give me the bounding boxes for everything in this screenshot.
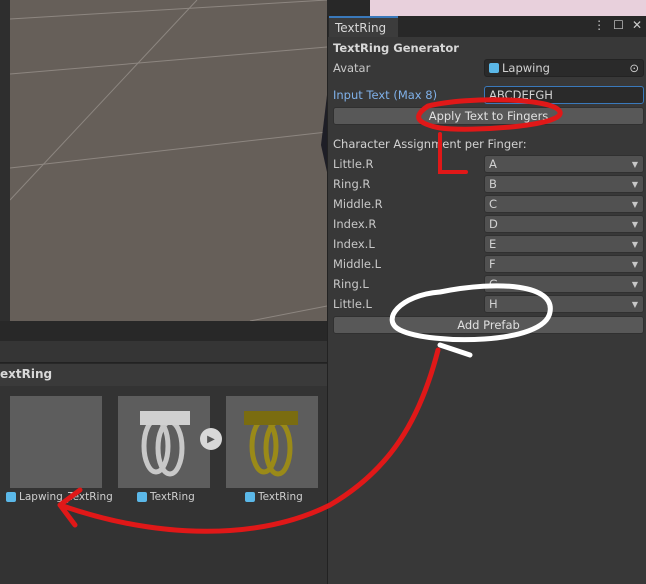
avatar-label: Avatar xyxy=(333,61,371,75)
finger-row: Little.R A xyxy=(333,155,644,173)
asset-label[interactable]: TextRing xyxy=(137,491,195,503)
prefab-icon xyxy=(6,492,16,502)
avatar-object-field[interactable]: Lapwing ⊙ xyxy=(484,59,644,77)
finger-label: Middle.L xyxy=(333,257,382,271)
input-text-label: Input Text (Max 8) xyxy=(333,88,438,102)
scene-border xyxy=(0,0,10,322)
finger-row: Middle.R C xyxy=(333,195,644,213)
scene-grid xyxy=(10,0,327,321)
finger-row: Ring.R B xyxy=(333,175,644,193)
finger-char-dropdown[interactable]: F xyxy=(484,255,644,273)
prefab-variant-icon xyxy=(245,492,255,502)
maximize-icon[interactable]: ☐ xyxy=(613,18,624,32)
asset-thumbnail-textring-gold[interactable] xyxy=(226,396,318,488)
asset-label[interactable]: TextRing xyxy=(245,491,303,503)
finger-char-dropdown[interactable]: G xyxy=(484,275,644,293)
folder-title: extRing xyxy=(0,364,327,386)
project-panel: extRing Lapwing_TextRing TextRing TextRi… xyxy=(0,321,327,584)
background-window xyxy=(370,0,646,16)
tab-textring[interactable]: TextRing xyxy=(329,16,398,37)
finger-char-dropdown[interactable]: B xyxy=(484,175,644,193)
finger-label: Ring.L xyxy=(333,277,369,291)
asset-name: Lapwing_TextRing xyxy=(19,491,113,503)
prefab-icon xyxy=(489,63,499,73)
close-icon[interactable]: ✕ xyxy=(632,18,642,32)
asset-name: TextRing xyxy=(258,491,303,503)
finger-char-dropdown[interactable]: D xyxy=(484,215,644,233)
finger-char-dropdown[interactable]: A xyxy=(484,155,644,173)
finger-label: Middle.R xyxy=(333,197,383,211)
finger-char-dropdown[interactable]: H xyxy=(484,295,644,313)
finger-row: Index.L E xyxy=(333,235,644,253)
finger-label: Little.R xyxy=(333,157,374,171)
expand-play-icon[interactable]: ▶ xyxy=(200,428,222,450)
apply-text-button[interactable]: Apply Text to Fingers xyxy=(333,107,644,125)
input-text-field[interactable]: ABCDEFGH xyxy=(484,86,644,104)
finger-label: Index.R xyxy=(333,217,377,231)
finger-char-dropdown[interactable]: C xyxy=(484,195,644,213)
asset-name: TextRing xyxy=(150,491,195,503)
prefab-icon xyxy=(137,492,147,502)
window-heading: TextRing Generator xyxy=(333,41,459,55)
avatar-value: Lapwing xyxy=(502,61,550,75)
finger-label: Little.L xyxy=(333,297,372,311)
finger-row: Ring.L G xyxy=(333,275,644,293)
finger-char-dropdown[interactable]: E xyxy=(484,235,644,253)
add-prefab-button[interactable]: Add Prefab xyxy=(333,316,644,334)
finger-row: Middle.L F xyxy=(333,255,644,273)
assignment-heading: Character Assignment per Finger: xyxy=(333,137,527,151)
finger-label: Index.L xyxy=(333,237,375,251)
finger-row: Index.R D xyxy=(333,215,644,233)
asset-thumbnail-textring-silver[interactable] xyxy=(118,396,210,488)
project-toolbar xyxy=(0,341,327,363)
object-picker-icon[interactable]: ⊙ xyxy=(629,61,639,75)
scene-view[interactable] xyxy=(10,0,327,321)
textring-window: TextRing ⋮ ☐ ✕ TextRing Generator Avatar L… xyxy=(327,16,646,584)
finger-row: Little.L H xyxy=(333,295,644,313)
more-menu-icon[interactable]: ⋮ xyxy=(593,18,605,32)
asset-label[interactable]: Lapwing_TextRing xyxy=(6,491,113,503)
finger-label: Ring.R xyxy=(333,177,371,191)
asset-thumbnail-lapwing-textring[interactable] xyxy=(10,396,102,488)
